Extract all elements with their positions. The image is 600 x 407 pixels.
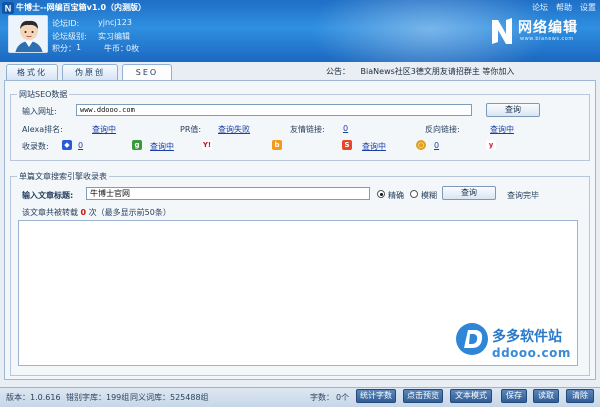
forum-level-value: 实习编辑 — [98, 32, 130, 41]
brand-logo-subtext: www.bianews.com — [520, 36, 574, 42]
indexed-360-value[interactable]: 0 — [434, 141, 439, 150]
tab-format[interactable]: 格式化 — [6, 64, 58, 80]
reprint-info: 该文章共被转载 0 次（最多显示前50条） — [22, 207, 171, 218]
announcement: 公告： BiaNews社区3德文朋友请招群主 等你加入 — [326, 66, 514, 77]
load-button[interactable]: 读取 — [533, 389, 559, 403]
save-button[interactable]: 保存 — [501, 389, 527, 403]
avatar[interactable] — [8, 15, 48, 53]
article-query-button[interactable]: 查询 — [442, 186, 496, 200]
seo-query-button[interactable]: 查询 — [486, 103, 540, 117]
google-icon: g — [132, 140, 142, 150]
pr-label: PR值: — [180, 125, 202, 134]
url-label: 输入网址: — [22, 107, 57, 116]
coins-label: 牛币： — [104, 44, 128, 53]
app-title: 牛博士--网编百宝箱v1.0（内测版） — [16, 3, 147, 12]
forum-level-label: 论坛级别: — [52, 32, 87, 41]
baidu-icon: ◆ — [62, 140, 72, 150]
top-links: 论坛 帮助 设置 — [532, 2, 596, 13]
text-mode-button[interactable]: 文本模式 — [450, 389, 492, 403]
watermark-domain: ddooo.com — [492, 346, 571, 360]
pr-value[interactable]: 查询失败 — [218, 124, 250, 135]
query-status: 查询完毕 — [507, 191, 539, 200]
status-version: 版本：1.0.616 — [6, 393, 61, 402]
friend-links-value[interactable]: 0 — [343, 124, 348, 133]
radio-exact[interactable] — [377, 190, 385, 198]
coins-value: 0枚 — [126, 44, 140, 53]
announcement-text[interactable]: BiaNews社区3德文朋友请招群主 等你加入 — [361, 67, 515, 76]
radio-fuzzy-label: 模糊 — [421, 191, 437, 200]
char-count-label: 字数： — [310, 393, 334, 402]
preview-button[interactable]: 点击预览 — [403, 389, 443, 403]
tab-pseudo-original[interactable]: 伪原创 — [62, 64, 118, 80]
360-icon: ○ — [416, 140, 426, 150]
brand-logo-icon — [492, 18, 512, 44]
sogou-icon: S — [342, 140, 352, 150]
url-input[interactable]: www.ddooo.com — [76, 104, 472, 116]
bing-icon: b — [272, 140, 282, 150]
indexed-label: 收录数: — [22, 142, 49, 151]
back-links-label: 反向链接: — [425, 125, 460, 134]
alexa-label: Alexa排名: — [22, 125, 63, 134]
reprint-prefix: 该文章共被转载 — [22, 208, 78, 217]
alexa-value[interactable]: 查询中 — [92, 124, 116, 135]
article-title-label: 输入文章标题: — [22, 191, 74, 200]
points-value: 1 — [76, 43, 82, 52]
announcement-label: 公告： — [326, 67, 350, 76]
avatar-icon — [9, 16, 47, 52]
link-help[interactable]: 帮助 — [556, 2, 572, 13]
status-typo-db: 错别字库：199组 — [66, 393, 130, 402]
watermark-logo-icon — [456, 323, 488, 355]
forum-id-value: yjncj123 — [98, 18, 132, 27]
indexed-google-value[interactable]: 查询中 — [150, 141, 174, 152]
status-synonym-db: 同义词库：525488组 — [130, 393, 209, 402]
forum-id-label: 论坛ID: — [52, 19, 80, 28]
watermark-text: 多多软件站 — [492, 329, 562, 345]
brand-logo-text: 网络编辑 — [518, 20, 578, 36]
reprint-count: 0 — [80, 208, 87, 217]
link-settings[interactable]: 设置 — [580, 2, 596, 13]
points-label: 积分： — [52, 44, 76, 53]
svg-text:N: N — [5, 4, 12, 14]
indexed-baidu-value[interactable]: 0 — [78, 141, 83, 150]
back-links-value[interactable]: 查询中 — [490, 124, 514, 135]
article-group-legend: 单篇文章搜索引擎收录表 — [17, 171, 109, 182]
char-count-value: 0个 — [336, 393, 350, 402]
radio-fuzzy[interactable] — [410, 190, 418, 198]
clear-button[interactable]: 清除 — [566, 389, 594, 403]
count-words-button[interactable]: 统计字数 — [356, 389, 396, 403]
app-logo-icon: N — [2, 2, 14, 14]
reprint-suffix: 次（最多显示前50条） — [88, 208, 171, 217]
indexed-sogou-value[interactable]: 查询中 — [362, 141, 386, 152]
radio-exact-label: 精确 — [388, 191, 404, 200]
yahoo-icon: Y! — [202, 140, 212, 150]
tab-seo[interactable]: SEO — [122, 64, 172, 81]
article-title-input[interactable]: 牛博士官网 — [86, 187, 370, 200]
seo-group-legend: 网站SEO数据 — [17, 89, 70, 100]
link-forum[interactable]: 论坛 — [532, 2, 548, 13]
youdao-icon: y — [486, 140, 496, 150]
friend-links-label: 友情链接: — [290, 125, 325, 134]
